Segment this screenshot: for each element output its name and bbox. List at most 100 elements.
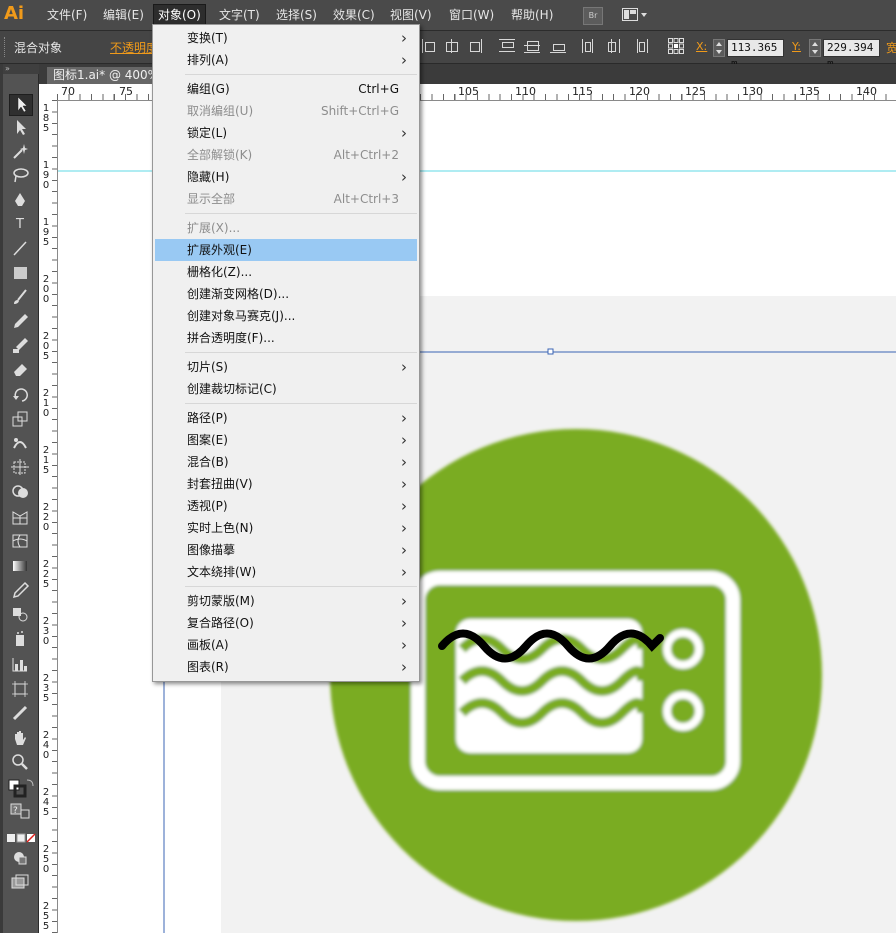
reference-point-icon[interactable] [668,38,684,54]
menu-item[interactable]: 扩展外观(E) [155,239,417,261]
y-spinner[interactable] [809,39,821,57]
rectangle-icon[interactable] [9,264,31,284]
perspective-grid-icon[interactable] [9,508,31,528]
column-graph-icon[interactable] [9,655,31,675]
document-tab[interactable]: 图标1.ai* @ 400% [47,67,166,84]
lasso-icon[interactable] [9,166,31,186]
menu-edit[interactable]: 编辑(E) [99,5,148,25]
align-top-icon[interactable] [499,39,515,53]
line-icon[interactable] [9,239,31,259]
menu-item[interactable]: 画板(A) › [155,634,417,656]
hand-icon[interactable] [9,729,31,749]
menu-item-label: 排列(A) [187,53,229,67]
opacity-link[interactable]: 不透明度 [110,39,158,56]
menu-item[interactable]: 图表(R) › [155,656,417,678]
direct-selection-icon[interactable] [9,118,31,138]
fill-stroke-swatch[interactable] [7,778,35,800]
blend-icon[interactable] [9,605,31,625]
menu-item[interactable]: 排列(A) › [155,49,417,71]
menu-file[interactable]: 文件(F) [43,5,91,25]
menu-item-label: 图像描摹 [187,543,236,557]
submenu-arrow-icon: › [401,358,407,376]
paintbrush-icon[interactable] [9,288,31,308]
align-left-icon[interactable] [422,39,438,53]
x-spinner[interactable] [713,39,725,57]
warp-icon[interactable] [9,434,31,454]
screen-mode-icon[interactable] [9,872,31,892]
align-vcenter-icon[interactable] [524,39,540,53]
menu-object[interactable]: 对象(O) [153,4,206,26]
distribute-right-icon[interactable] [633,39,649,53]
menu-item[interactable]: 创建渐变网格(D)... [155,283,417,305]
magic-wand-icon[interactable] [9,142,31,162]
menu-item[interactable]: 封套扭曲(V) › [155,473,417,495]
menu-item[interactable]: 混合(B) › [155,451,417,473]
menu-item[interactable]: 创建对象马赛克(J)... [155,305,417,327]
workspace-switcher-icon[interactable] [622,8,648,22]
pen-icon[interactable] [9,191,31,211]
menu-item[interactable]: 实时上色(N) › [155,517,417,539]
menu-item[interactable]: 拼合透明度(F)... [155,327,417,349]
distribute-center-icon[interactable] [607,39,623,53]
submenu-arrow-icon: › [401,409,407,427]
artboard-icon[interactable] [9,680,31,700]
slice-icon[interactable] [9,704,31,724]
submenu-arrow-icon: › [401,592,407,610]
rotate-icon[interactable] [9,386,31,406]
selection-tool-icon[interactable] [9,94,33,116]
type-icon[interactable]: T [9,215,31,235]
menu-help[interactable]: 帮助(H) [507,5,557,25]
menu-item-label: 编组(G) [187,82,230,96]
menu-item-label: 创建裁切标记(C) [187,382,277,396]
scale-icon[interactable] [9,410,31,430]
drawing-mode-icon[interactable] [9,848,31,868]
ruler-label: 2 1 5 [42,445,50,476]
distribute-left-icon[interactable] [582,39,598,53]
align-right-icon[interactable] [467,39,483,53]
menu-item[interactable]: 路径(P) › [155,407,417,429]
pencil-icon[interactable] [9,312,31,332]
x-input[interactable]: 113.365 m [727,39,784,70]
ruler-corner[interactable] [39,84,58,101]
ruler-label: 2 0 0 [42,274,50,305]
menu-item[interactable]: 剪切蒙版(M) › [155,590,417,612]
menu-item-label: 栅格化(Z)... [187,265,253,279]
color-mode-icons[interactable] [6,832,36,843]
menu-item[interactable]: 复合路径(O) › [155,612,417,634]
eraser-icon[interactable] [9,360,31,380]
menu-item[interactable]: 创建裁切标记(C) [155,378,417,400]
menu-item[interactable]: 隐藏(H) › [155,166,417,188]
free-transform-icon[interactable] [9,458,31,478]
menu-effect[interactable]: 效果(C) [329,5,379,25]
vertical-ruler[interactable]: 1 8 5 1 9 0 1 9 5 2 0 0 2 0 5 2 1 0 2 1 5 2 2 0… [39,100,58,933]
menu-item[interactable]: 透视(P) › [155,495,417,517]
blob-brush-icon[interactable] [9,336,31,356]
menu-view[interactable]: 视图(V) [386,5,436,25]
menu-item[interactable]: 变换(T) › [155,27,417,49]
bridge-button[interactable]: Br [583,7,603,25]
default-colors-icon[interactable]: ? [9,802,33,820]
submenu-arrow-icon: › [401,51,407,69]
menu-item[interactable]: 切片(S) › [155,356,417,378]
menu-item-label: 隐藏(H) [187,170,230,184]
menu-item-label: 路径(P) [187,411,228,425]
shape-builder-icon[interactable] [9,483,31,503]
menu-type[interactable]: 文字(T) [215,5,264,25]
gradient-icon[interactable] [9,557,31,577]
menu-window[interactable]: 窗口(W) [445,5,498,25]
symbol-sprayer-icon[interactable] [9,630,31,650]
align-hcenter-icon[interactable] [444,39,460,53]
menu-item[interactable]: 图像描摹 › [155,539,417,561]
menu-select[interactable]: 选择(S) [272,5,321,25]
menu-item[interactable]: 锁定(L) › [155,122,417,144]
zoom-icon[interactable] [9,753,31,773]
menu-separator [185,213,417,214]
mesh-icon[interactable] [9,532,31,552]
y-input[interactable]: 229.394 m [823,39,880,70]
align-bottom-icon[interactable] [550,39,566,53]
menu-item[interactable]: 文本绕排(W) › [155,561,417,583]
eyedropper-icon[interactable] [9,581,31,601]
menu-item[interactable]: 编组(G) Ctrl+G [155,78,417,100]
menu-item[interactable]: 图案(E) › [155,429,417,451]
menu-item[interactable]: 栅格化(Z)... [155,261,417,283]
